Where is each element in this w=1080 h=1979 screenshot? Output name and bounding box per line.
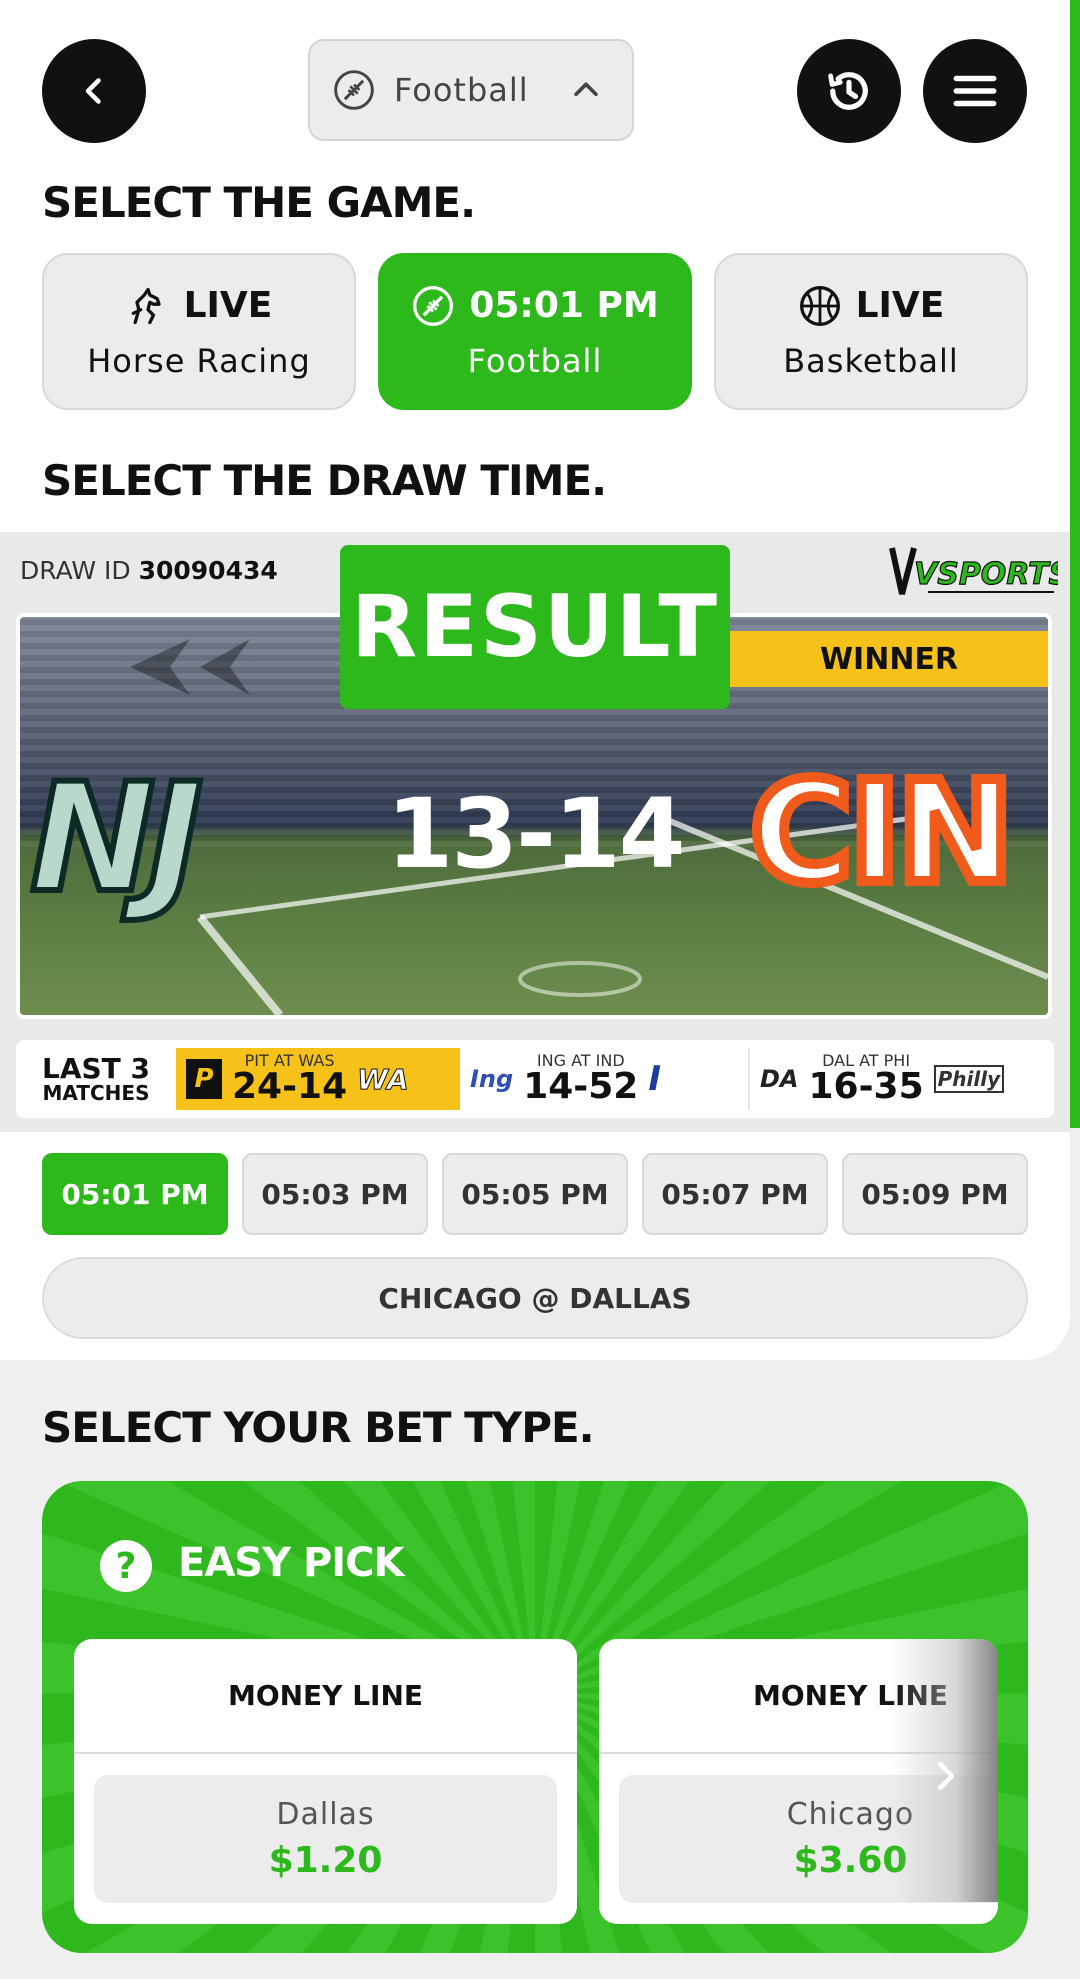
sport-selector-label: Football [394, 71, 529, 109]
draw-time-0501[interactable]: 05:01 PM [42, 1153, 228, 1235]
money-line-card: MONEY LINE Dallas $1.20 [74, 1639, 577, 1924]
team-logo: I [648, 1059, 661, 1099]
result-badge: RESULT [340, 545, 730, 709]
game-status: LIVE [183, 285, 273, 326]
winner-banner: WINNER [730, 631, 1048, 687]
draw-time-0507[interactable]: 05:07 PM [642, 1153, 828, 1235]
draw-id-value: 30090434 [138, 556, 278, 585]
back-button[interactable] [42, 39, 146, 143]
last-match-item: DA DAL AT PHI 16-35 Philly [750, 1048, 1040, 1110]
game-name: Basketball [783, 341, 959, 380]
chevron-up-icon [573, 82, 598, 97]
away-team-logo: CIN [745, 747, 1019, 920]
easy-pick-label: EASY PICK [178, 1540, 405, 1586]
vsports-logo: VSPORTS [889, 547, 1058, 595]
bet-option-dallas[interactable]: Dallas $1.20 [94, 1775, 557, 1903]
money-line-title: MONEY LINE [74, 1639, 577, 1754]
top-card: Football SELECT THE GAME. LIVE Horse Rac… [0, 0, 1070, 1360]
vsports-logo-text: VSPORTS [914, 557, 1058, 592]
select-bet-type-title: SELECT YOUR BET TYPE. [42, 1403, 595, 1452]
hamburger-menu-icon [953, 75, 997, 107]
game-status: LIVE [855, 285, 945, 326]
bet-option-price: $1.20 [268, 1840, 383, 1881]
home-team-logo: NJ [27, 749, 206, 929]
game-card-horse-racing[interactable]: LIVE Horse Racing [42, 253, 356, 410]
select-draw-time-title: SELECT THE DRAW TIME. [42, 456, 607, 505]
match-score: 14-52 [523, 1066, 639, 1107]
team-logo: DA [760, 1065, 799, 1093]
last-matches-label-line2: MATCHES [42, 1081, 150, 1105]
final-score: 13-14 [386, 778, 685, 890]
draw-time-0503[interactable]: 05:03 PM [242, 1153, 428, 1235]
history-button[interactable] [797, 39, 901, 143]
bet-option-team: Dallas [276, 1797, 375, 1832]
last-matches-label-line1: LAST 3 [41, 1052, 150, 1085]
team-logo: Philly [933, 1065, 1005, 1093]
game-name: Football [467, 341, 603, 380]
history-icon [828, 72, 868, 110]
draw-id: DRAW ID 30090434 [20, 556, 278, 585]
chevron-right-icon[interactable] [928, 1756, 964, 1796]
game-card-basketball[interactable]: LIVE Basketball [714, 253, 1028, 410]
select-game-title: SELECT THE GAME. [42, 178, 476, 227]
last-matches-label: LAST 3 MATCHES [16, 1052, 176, 1105]
last-match-item: P PIT AT WAS 24-14 WA [176, 1048, 460, 1110]
horse-icon [131, 287, 161, 324]
draw-id-label: DRAW ID [20, 556, 131, 585]
matchup-bar[interactable]: CHICAGO @ DALLAS [42, 1257, 1028, 1339]
football-icon [413, 285, 454, 326]
team-logo: Ing [470, 1065, 514, 1093]
last-matches-bar: LAST 3 MATCHES P PIT AT WAS 24-14 WA Ing… [16, 1040, 1054, 1118]
football-icon [334, 70, 374, 110]
match-score: 16-35 [808, 1066, 924, 1107]
chevron-left-icon [85, 78, 101, 104]
draw-time-0505[interactable]: 05:05 PM [442, 1153, 628, 1235]
game-card-football[interactable]: 05:01 PM Football [378, 253, 692, 410]
game-status: 05:01 PM [469, 285, 659, 326]
match-score: 24-14 [232, 1066, 348, 1107]
help-icon[interactable]: ? [100, 1540, 152, 1592]
team-logo: WA [357, 1062, 410, 1096]
draw-time-0509[interactable]: 05:09 PM [842, 1153, 1028, 1235]
right-accent-bar [1070, 0, 1080, 1128]
team-logo: P [186, 1059, 222, 1099]
menu-button[interactable] [923, 39, 1027, 143]
bet-option-price: $3.60 [793, 1840, 908, 1881]
last-match-item: Ing ING AT IND 14-52 I [460, 1048, 750, 1110]
game-name: Horse Racing [87, 341, 311, 380]
sport-selector[interactable]: Football [308, 39, 634, 141]
basketball-icon [799, 285, 840, 326]
